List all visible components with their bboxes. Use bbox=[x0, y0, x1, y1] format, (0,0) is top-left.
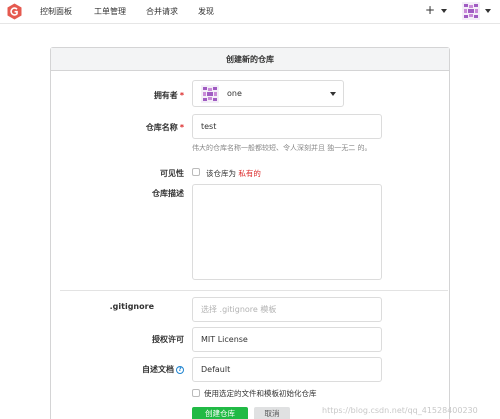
description-textarea[interactable] bbox=[192, 184, 382, 280]
owner-avatar bbox=[201, 85, 219, 103]
dropdown-chevron-down-icon bbox=[330, 92, 336, 96]
required-marker: * bbox=[179, 123, 184, 132]
private-checkbox[interactable] bbox=[192, 168, 200, 176]
gitea-logo-icon[interactable] bbox=[6, 3, 23, 20]
user-avatar[interactable] bbox=[462, 2, 480, 20]
user-menu-chevron-down-icon[interactable] bbox=[485, 9, 491, 13]
readme-label: 自述文档? bbox=[52, 364, 184, 375]
description-label: 仓库描述 bbox=[152, 189, 184, 198]
top-navbar: 控制面板 工单管理 合并请求 发现 + bbox=[0, 0, 500, 24]
create-repo-button[interactable]: 创建仓库 bbox=[192, 407, 248, 419]
private-checkbox-label[interactable]: 该仓库为 私有的 bbox=[206, 168, 261, 179]
create-new-plus-icon[interactable]: + bbox=[425, 3, 435, 17]
visibility-label: 可见性 bbox=[160, 169, 184, 178]
cancel-button[interactable]: 取消 bbox=[254, 407, 290, 419]
nav-issues[interactable]: 工单管理 bbox=[94, 6, 126, 17]
nav-dashboard[interactable]: 控制面板 bbox=[40, 6, 72, 17]
readme-select[interactable]: Default bbox=[192, 357, 382, 382]
gitignore-placeholder: 选择 .gitignore 模板 bbox=[201, 305, 277, 314]
form-title: 创建新的仓库 bbox=[51, 48, 449, 71]
license-label: 授权许可 bbox=[152, 335, 184, 344]
nav-pull-requests[interactable]: 合并请求 bbox=[146, 6, 178, 17]
form-divider bbox=[60, 290, 448, 291]
owner-value: one bbox=[227, 89, 242, 98]
repo-name-input[interactable]: test bbox=[192, 114, 382, 139]
owner-dropdown[interactable]: one bbox=[192, 80, 344, 107]
repo-name-label: 仓库名称 * bbox=[145, 123, 184, 132]
gitignore-select[interactable]: 选择 .gitignore 模板 bbox=[192, 297, 382, 322]
gitignore-label: .gitignore bbox=[109, 302, 154, 311]
help-icon[interactable]: ? bbox=[176, 365, 184, 374]
watermark-text: https://blog.csdn.net/qq_41528400230 bbox=[322, 406, 478, 415]
init-repo-checkbox[interactable] bbox=[192, 389, 200, 397]
init-repo-label[interactable]: 使用选定的文件和模板初始化仓库 bbox=[204, 388, 317, 399]
create-menu-chevron-down-icon[interactable] bbox=[441, 9, 447, 13]
repo-name-help: 伟大的仓库名称一般都较短、令人深刻并且 独一无二 的。 bbox=[192, 144, 372, 152]
required-marker: * bbox=[179, 91, 184, 100]
owner-label: 拥有者 * bbox=[153, 91, 184, 100]
license-select[interactable]: MIT License bbox=[192, 327, 382, 352]
nav-explore[interactable]: 发现 bbox=[198, 6, 214, 17]
